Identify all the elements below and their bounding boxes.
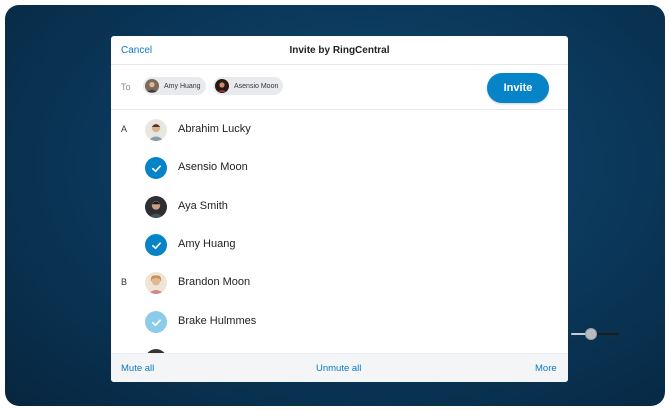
section-letter: A bbox=[121, 124, 128, 134]
checkmark-icon[interactable] bbox=[145, 157, 167, 179]
checkmark-icon[interactable] bbox=[145, 234, 167, 256]
chip-label: Asensio Moon bbox=[234, 82, 279, 90]
recipient-chip-asensio-moon[interactable]: Asensio Moon bbox=[213, 77, 284, 95]
invite-dialog: Cancel Invite by RingCentral To Amy Huan… bbox=[111, 36, 568, 382]
contact-row-aya-smith[interactable]: Aya Smith bbox=[111, 188, 568, 226]
contact-row-partial[interactable] bbox=[111, 341, 568, 353]
avatar bbox=[145, 272, 167, 294]
contact-row-brandon-moon[interactable]: B Brandon Moon bbox=[111, 264, 568, 302]
contact-row-amy-huang[interactable]: Amy Huang bbox=[111, 226, 568, 264]
avatar bbox=[145, 79, 159, 93]
contact-name: Brandon Moon bbox=[178, 276, 251, 288]
chip-label: Amy Huang bbox=[164, 82, 201, 90]
invite-button[interactable]: Invite bbox=[487, 73, 549, 103]
contact-name: Brake Hulmmes bbox=[178, 315, 257, 327]
avatar bbox=[215, 79, 229, 93]
volume-slider-knob[interactable] bbox=[585, 328, 597, 340]
contact-name: Asensio Moon bbox=[178, 161, 248, 173]
contact-list[interactable]: A Abrahim Lucky Asensio Moon Aya Smith A… bbox=[111, 111, 568, 353]
contact-row-asensio-moon[interactable]: Asensio Moon bbox=[111, 149, 568, 187]
avatar bbox=[145, 196, 167, 218]
volume-slider-fill bbox=[595, 333, 619, 335]
checkmark-icon[interactable] bbox=[145, 311, 167, 333]
contact-name: Abrahim Lucky bbox=[178, 123, 251, 135]
contact-row-brake-hulmmes[interactable]: Brake Hulmmes bbox=[111, 303, 568, 341]
more-button[interactable]: More bbox=[535, 363, 557, 374]
recipients-bar: To Amy Huang Asensio Moon Invite bbox=[111, 65, 568, 110]
recipient-chip-amy-huang[interactable]: Amy Huang bbox=[143, 77, 206, 95]
mute-all-button[interactable]: Mute all bbox=[121, 363, 154, 374]
section-letter: B bbox=[121, 277, 128, 287]
dialog-title: Invite by RingCentral bbox=[289, 45, 390, 56]
contact-name: Amy Huang bbox=[178, 238, 236, 250]
avatar bbox=[145, 119, 167, 141]
to-label: To bbox=[121, 82, 131, 92]
contact-row-abrahim-lucky[interactable]: A Abrahim Lucky bbox=[111, 111, 568, 149]
dialog-footer: Mute all Unmute all More bbox=[111, 353, 568, 382]
unmute-all-button[interactable]: Unmute all bbox=[316, 363, 361, 374]
dialog-header: Cancel Invite by RingCentral bbox=[111, 36, 568, 65]
contact-name: Aya Smith bbox=[178, 200, 228, 212]
